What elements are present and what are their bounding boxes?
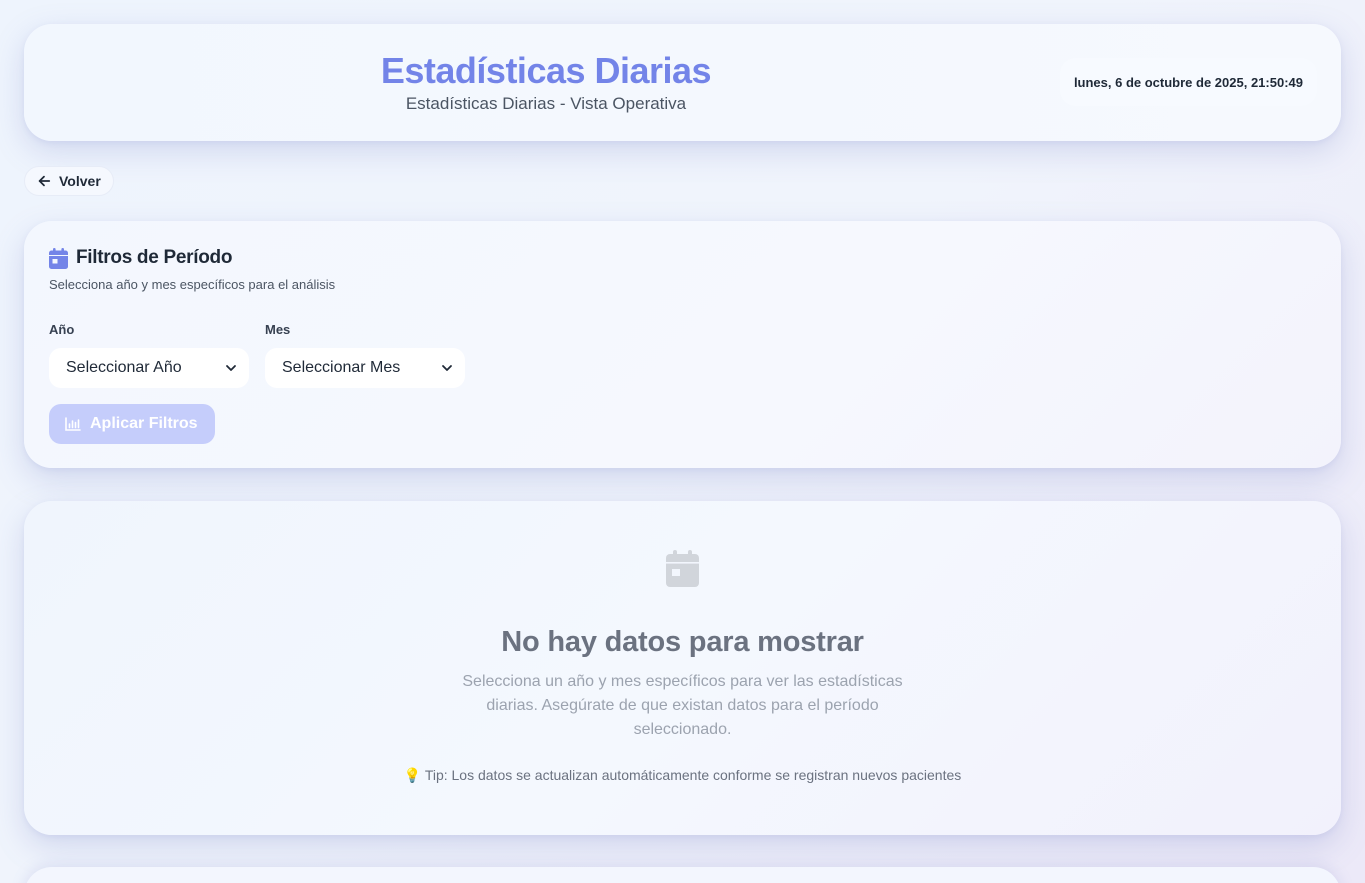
- page-subtitle: Estadísticas Diarias - Vista Operativa: [405, 93, 687, 113]
- year-select-value: Seleccionar Año: [66, 359, 182, 376]
- header-titles: Estadísticas Diarias Estadísticas Diaria…: [24, 24, 1068, 141]
- arrow-left-icon: [37, 174, 51, 188]
- bar-chart-icon: [65, 417, 81, 431]
- header-card: Estadísticas Diarias Estadísticas Diaria…: [24, 24, 1341, 141]
- filters-heading: Filtros de Período: [49, 247, 232, 269]
- month-label: Mes: [265, 322, 291, 337]
- filters-card: Filtros de Período Selecciona año y mes …: [24, 221, 1341, 468]
- page-title: Estadísticas Diarias: [380, 49, 712, 91]
- back-button[interactable]: Volver: [24, 166, 114, 196]
- chevron-down-icon: [441, 362, 453, 374]
- year-label: Año: [49, 322, 75, 337]
- empty-state-card: No hay datos para mostrar Selecciona un …: [24, 501, 1341, 835]
- tip-label: Tip: Los datos se actualizan automáticam…: [424, 767, 962, 783]
- calendar-icon: [49, 247, 68, 269]
- lightbulb-icon: 💡: [403, 767, 422, 783]
- back-button-label: Volver: [59, 173, 101, 189]
- next-card: [24, 867, 1341, 883]
- filters-description: Selecciona año y mes específicos para el…: [49, 277, 336, 292]
- month-select[interactable]: Seleccionar Mes: [265, 348, 465, 388]
- page: Estadísticas Diarias Estadísticas Diaria…: [0, 0, 1365, 883]
- empty-state-title: No hay datos para mostrar: [501, 626, 864, 658]
- datetime-display: lunes, 6 de octubre de 2025, 21:50:49: [1059, 58, 1317, 106]
- tip-text: 💡 Tip: Los datos se actualizan automátic…: [24, 767, 1341, 784]
- filters-title: Filtros de Período: [76, 247, 233, 268]
- empty-state-description: Selecciona un año y mes específicos para…: [462, 673, 903, 738]
- apply-filters-button[interactable]: Aplicar Filtros: [49, 404, 215, 444]
- calendar-icon: [666, 550, 699, 587]
- apply-filters-label: Aplicar Filtros: [90, 415, 198, 432]
- year-select[interactable]: Seleccionar Año: [49, 348, 249, 388]
- chevron-down-icon: [225, 362, 237, 374]
- month-select-value: Seleccionar Mes: [282, 359, 401, 376]
